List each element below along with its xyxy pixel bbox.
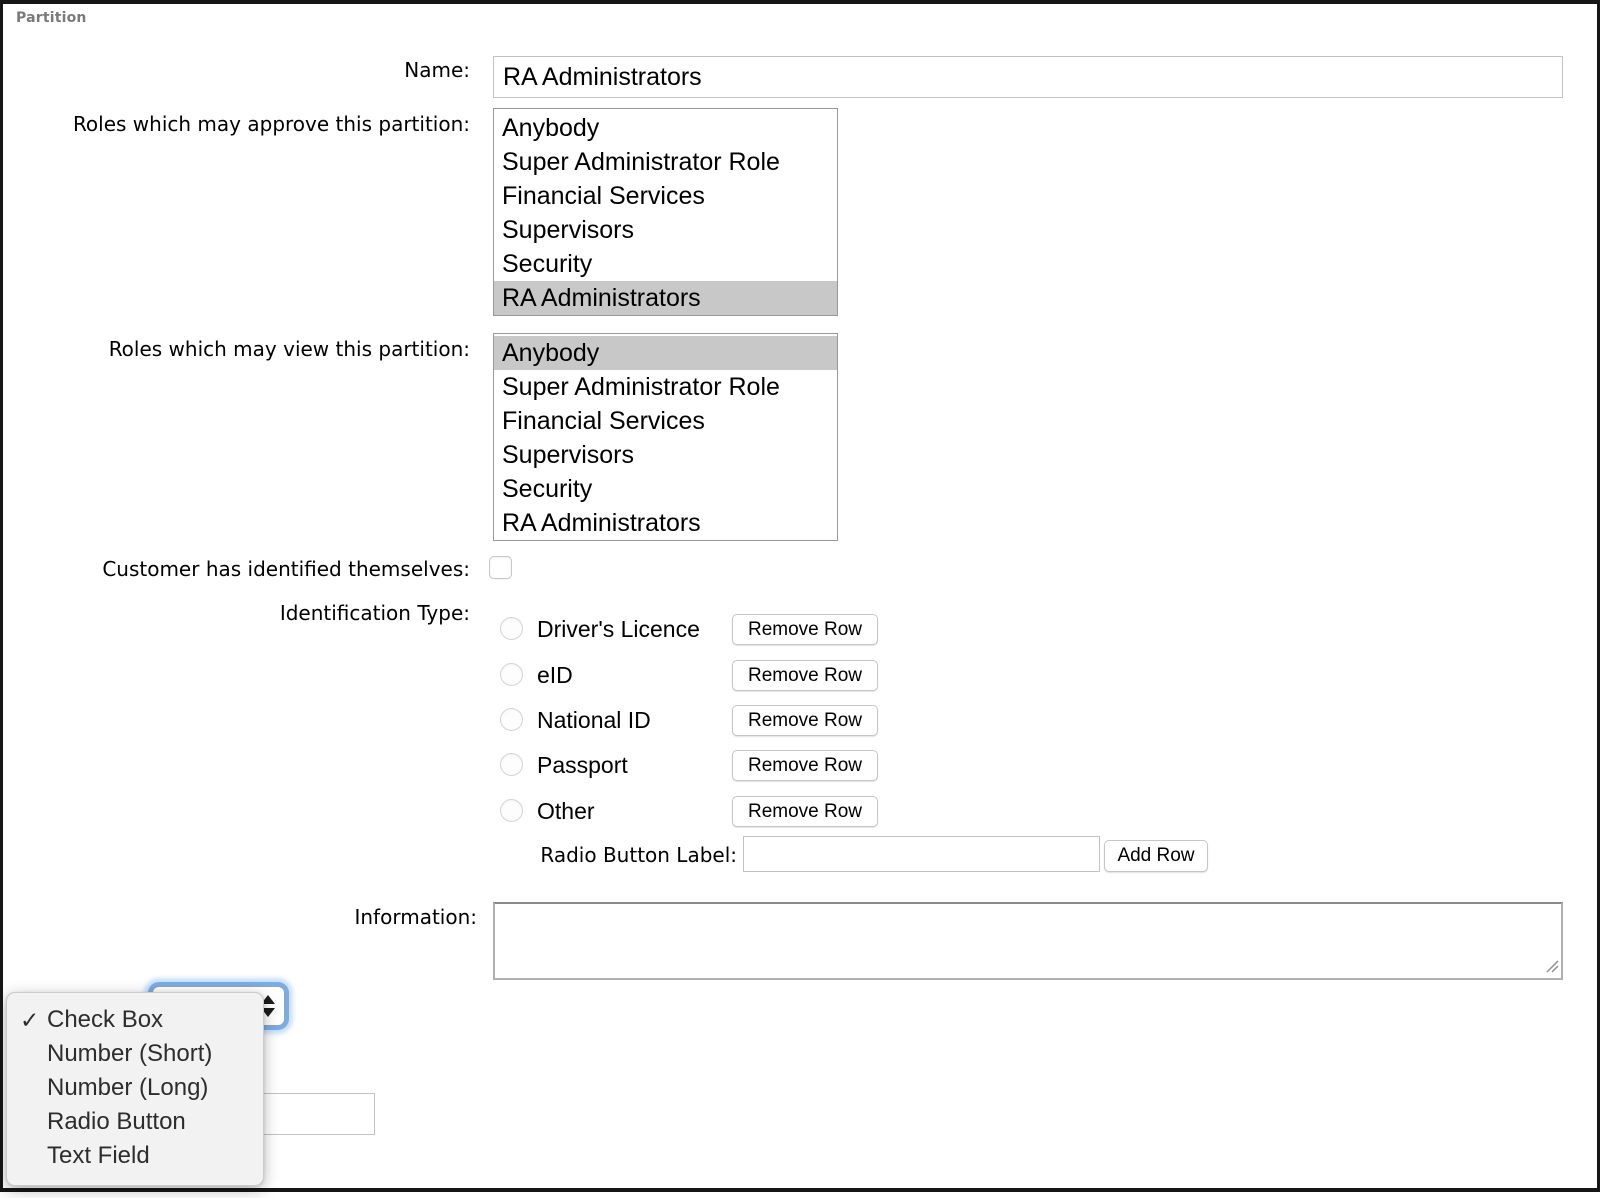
identification-option-label: Other xyxy=(537,788,595,834)
information-textarea[interactable] xyxy=(493,902,1563,980)
menu-item-label: Number (Short) xyxy=(47,1040,212,1067)
identification-radio[interactable] xyxy=(500,617,523,640)
identification-option-label: Passport xyxy=(537,742,628,788)
listbox-option[interactable]: Supervisors xyxy=(494,213,837,247)
identification-option-label: eID xyxy=(537,652,573,698)
menu-item-label: Number (Long) xyxy=(47,1074,208,1101)
listbox-option[interactable]: Security xyxy=(494,472,837,506)
menu-item-check-box[interactable]: ✓ Check Box xyxy=(7,1003,263,1037)
listbox-option[interactable]: Anybody xyxy=(494,111,837,145)
identification-option-label: Driver's Licence xyxy=(537,606,700,652)
menu-item-number-long[interactable]: Number (Long) xyxy=(7,1071,263,1105)
listbox-option[interactable]: Financial Services xyxy=(494,179,837,213)
identification-row: eID Remove Row xyxy=(0,652,1600,698)
menu-item-text-field[interactable]: Text Field xyxy=(7,1139,263,1173)
identification-option-label: National ID xyxy=(537,697,651,743)
listbox-option[interactable]: Supervisors xyxy=(494,438,837,472)
field-label-input[interactable] xyxy=(250,1093,375,1135)
customer-identified-label: Customer has identified themselves: xyxy=(0,557,470,581)
listbox-option-selected[interactable]: RA Administrators xyxy=(494,281,837,315)
identification-row: Driver's Licence Remove Row xyxy=(0,606,1600,652)
section-title: Partition xyxy=(16,10,87,26)
identification-radio[interactable] xyxy=(500,753,523,776)
listbox-option[interactable]: Security xyxy=(494,247,837,281)
view-roles-listbox[interactable]: Anybody Super Administrator Role Financi… xyxy=(493,333,838,541)
approve-roles-listbox[interactable]: Anybody Super Administrator Role Financi… xyxy=(493,108,838,316)
customer-identified-checkbox[interactable] xyxy=(489,556,512,579)
resize-handle-icon[interactable] xyxy=(1544,958,1560,974)
add-row-button[interactable]: Add Row xyxy=(1104,840,1208,872)
information-label: Information: xyxy=(0,905,477,929)
view-roles-label: Roles which may view this partition: xyxy=(0,337,470,361)
remove-row-button[interactable]: Remove Row xyxy=(732,796,878,827)
approve-roles-label: Roles which may approve this partition: xyxy=(0,112,470,136)
field-type-menu: ✓ Check Box Number (Short) Number (Long)… xyxy=(6,992,264,1186)
identification-radio[interactable] xyxy=(500,799,523,822)
identification-radio[interactable] xyxy=(500,663,523,686)
remove-row-button[interactable]: Remove Row xyxy=(732,660,878,691)
listbox-option-selected[interactable]: Anybody xyxy=(494,336,837,370)
identification-row: Passport Remove Row xyxy=(0,742,1600,788)
identification-radio[interactable] xyxy=(500,708,523,731)
menu-item-radio-button[interactable]: Radio Button xyxy=(7,1105,263,1139)
remove-row-button[interactable]: Remove Row xyxy=(732,705,878,736)
menu-item-label: Text Field xyxy=(47,1142,150,1169)
listbox-option[interactable]: RA Administrators xyxy=(494,506,837,540)
listbox-option[interactable]: Super Administrator Role xyxy=(494,370,837,404)
menu-item-label: Check Box xyxy=(47,1006,163,1033)
listbox-option[interactable]: Financial Services xyxy=(494,404,837,438)
radio-button-label-label: Radio Button Label: xyxy=(0,843,737,867)
remove-row-button[interactable]: Remove Row xyxy=(732,614,878,645)
name-input[interactable] xyxy=(493,56,1563,98)
identification-row: Other Remove Row xyxy=(0,788,1600,834)
name-label: Name: xyxy=(0,58,470,82)
identification-row: National ID Remove Row xyxy=(0,697,1600,743)
menu-item-label: Radio Button xyxy=(47,1108,186,1135)
radio-button-label-input[interactable] xyxy=(743,836,1100,872)
listbox-option[interactable]: Super Administrator Role xyxy=(494,145,837,179)
checkmark-icon: ✓ xyxy=(20,1003,39,1037)
menu-item-number-short[interactable]: Number (Short) xyxy=(7,1037,263,1071)
remove-row-button[interactable]: Remove Row xyxy=(732,750,878,781)
